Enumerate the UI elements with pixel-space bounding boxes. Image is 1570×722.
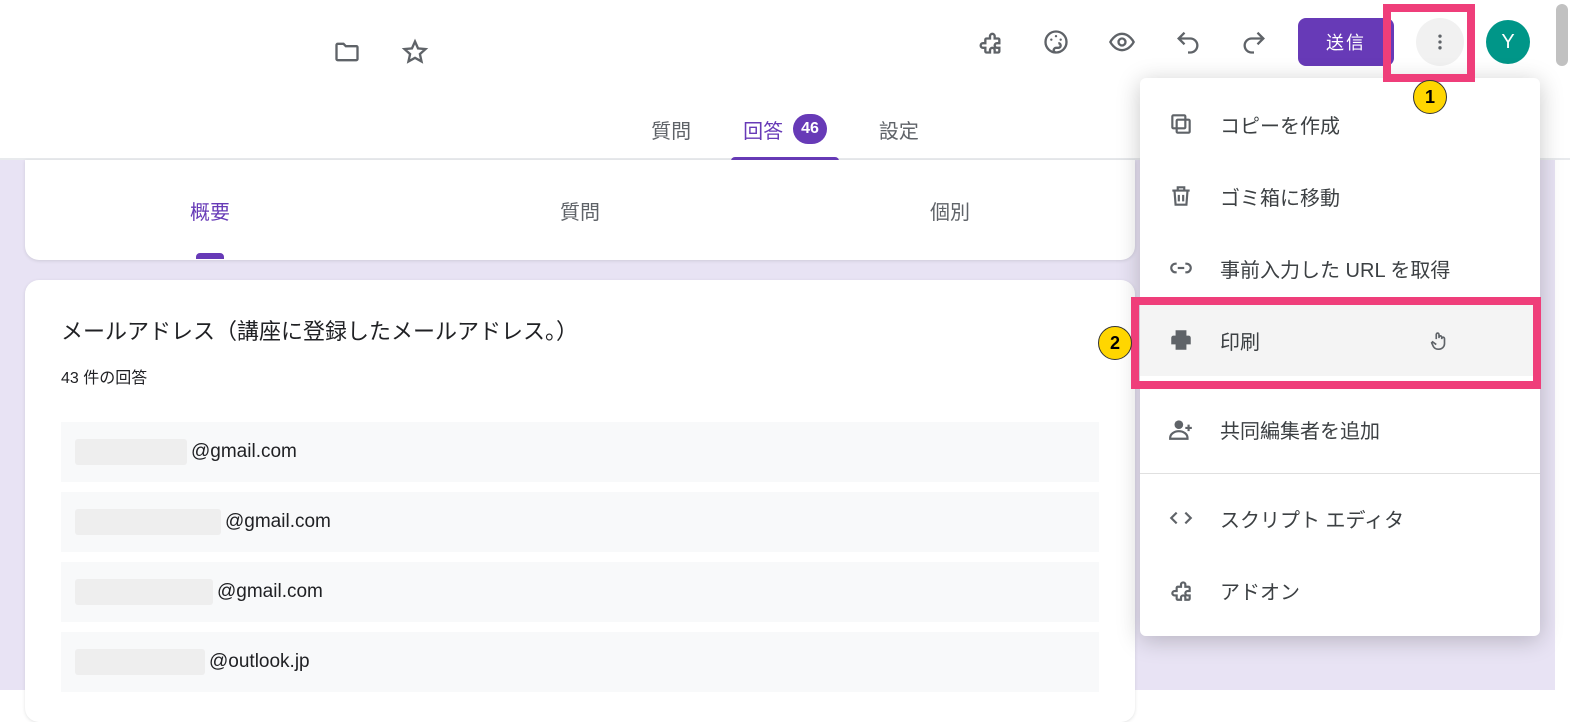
email-suffix: @outlook.jp (209, 651, 310, 673)
folder-icon[interactable] (325, 30, 369, 74)
redo-icon[interactable] (1232, 20, 1276, 64)
tab-questions[interactable]: 質問 (645, 99, 697, 159)
email-suffix: @gmail.com (191, 441, 297, 463)
palette-icon[interactable] (1034, 20, 1078, 64)
menu-label: スクリプト エディタ (1220, 504, 1404, 533)
person-add-icon (1168, 416, 1194, 442)
email-suffix: @gmail.com (217, 581, 323, 603)
menu-add-collaborator[interactable]: 共同編集者を追加 (1140, 393, 1540, 465)
addon-icon (1168, 577, 1194, 603)
subtab-individual[interactable]: 個別 (922, 196, 978, 225)
print-icon (1168, 327, 1194, 353)
tab-label: 設定 (879, 115, 919, 144)
undo-icon[interactable] (1166, 20, 1210, 64)
more-button[interactable] (1416, 18, 1464, 66)
subtab-summary[interactable]: 概要 (182, 196, 238, 225)
more-menu: コピーを作成 ゴミ箱に移動 事前入力した URL を取得 印刷 共同編集者を追加… (1140, 78, 1540, 636)
menu-separator (1140, 384, 1540, 385)
copy-icon (1168, 111, 1194, 137)
question-title: メールアドレス（講座に登録したメールアドレス。） (61, 314, 1099, 346)
responses-count-badge: 46 (793, 114, 827, 144)
menu-make-copy[interactable]: コピーを作成 (1140, 88, 1540, 160)
eye-icon[interactable] (1100, 20, 1144, 64)
top-toolbar: 送信 Y (0, 0, 1570, 90)
menu-print[interactable]: 印刷 (1140, 304, 1540, 376)
tab-settings[interactable]: 設定 (873, 99, 925, 159)
subtab-question[interactable]: 質問 (552, 196, 608, 225)
menu-script-editor[interactable]: スクリプト エディタ (1140, 482, 1540, 554)
cursor-icon (1428, 329, 1450, 351)
trash-icon (1168, 183, 1194, 209)
menu-label: 事前入力した URL を取得 (1220, 254, 1450, 283)
redacted-text (75, 439, 187, 465)
response-subtabs: 概要 質問 個別 (25, 160, 1135, 260)
menu-move-trash[interactable]: ゴミ箱に移動 (1140, 160, 1540, 232)
tab-responses[interactable]: 回答 46 (737, 99, 833, 159)
responses-card: メールアドレス（講座に登録したメールアドレス。） 43 件の回答 @gmail.… (25, 280, 1135, 722)
email-suffix: @gmail.com (225, 511, 331, 533)
avatar[interactable]: Y (1486, 20, 1530, 64)
redacted-text (75, 509, 221, 535)
link-icon (1168, 255, 1194, 281)
menu-label: ゴミ箱に移動 (1220, 182, 1340, 211)
menu-addons[interactable]: アドオン (1140, 554, 1540, 626)
menu-label: 共同編集者を追加 (1220, 415, 1380, 444)
menu-label: コピーを作成 (1220, 110, 1340, 139)
menu-separator (1140, 473, 1540, 474)
response-row: @outlook.jp (61, 632, 1099, 692)
send-button[interactable]: 送信 (1298, 18, 1394, 66)
tab-label: 回答 (743, 115, 783, 144)
response-row: @gmail.com (61, 562, 1099, 622)
code-icon (1168, 505, 1194, 531)
star-icon[interactable] (393, 30, 437, 74)
tab-label: 質問 (651, 115, 691, 144)
menu-label: アドオン (1220, 576, 1300, 605)
puzzle-icon[interactable] (968, 20, 1012, 64)
response-row: @gmail.com (61, 422, 1099, 482)
menu-prefill-url[interactable]: 事前入力した URL を取得 (1140, 232, 1540, 304)
redacted-text (75, 579, 213, 605)
scrollbar[interactable] (1556, 4, 1568, 66)
response-count-text: 43 件の回答 (61, 364, 1099, 388)
redacted-text (75, 649, 205, 675)
response-row: @gmail.com (61, 492, 1099, 552)
menu-label: 印刷 (1220, 326, 1260, 355)
